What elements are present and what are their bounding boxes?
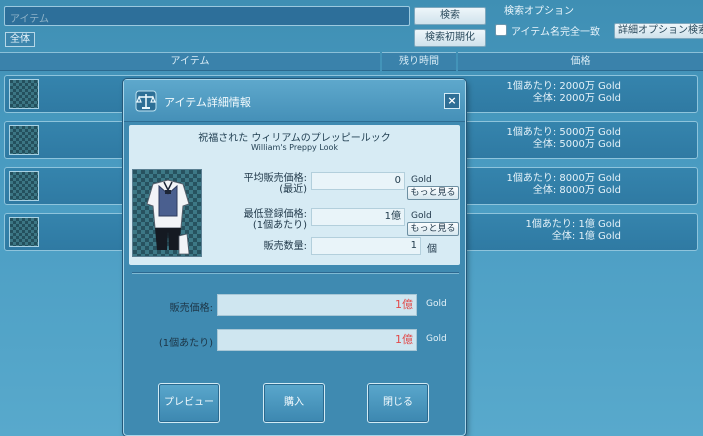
close-button[interactable]: 閉じる [367,383,429,423]
min-price-more-button[interactable]: もっと見る [407,222,459,236]
listing-price: 1個あたり: 2000万 Gold 全体: 2000万 Gold [506,81,621,105]
quantity-unit: 個 [427,244,437,255]
balance-scale-icon [135,90,157,112]
search-options-title: 検索オプション [504,6,574,17]
column-header-price[interactable]: 価格 [458,52,703,71]
tab-all[interactable]: 全体 [5,32,35,47]
item-info-panel: 祝福された ウィリアムのプレッピールック William's Preppy Lo… [129,125,460,265]
search-button[interactable]: 検索 [414,7,486,25]
listing-price: 1個あたり: 5000万 Gold 全体: 5000万 Gold [506,127,621,151]
price-per-unit: 1個あたり: 5000万 Gold [506,127,621,138]
close-icon[interactable]: × [444,93,460,109]
exact-match-checkbox[interactable] [495,24,507,36]
item-thumbnail [9,171,39,201]
min-price-value: 1億 [311,208,405,226]
item-thumbnail [9,217,39,247]
column-header-item[interactable]: アイテム [0,52,380,71]
quantity-value: 1 [311,237,421,255]
dialog-title: アイテム詳細情報 [164,96,251,109]
buy-button[interactable]: 購入 [263,383,325,423]
detail-options-button[interactable]: 詳細オプション検索 [614,23,703,39]
per-unit-price-label: (1個あたり) [158,338,213,349]
item-name-english: William's Preppy Look [250,143,339,152]
quantity-label: 販売数量: [263,241,307,252]
search-input[interactable]: アイテム [4,6,410,26]
per-unit-price-value: 1億 [217,329,417,351]
item-thumbnail [9,125,39,155]
avg-price-more-button[interactable]: もっと見る [407,186,459,200]
exact-match-label: アイテム名完全一致 [511,27,600,38]
outfit-icon [146,179,190,255]
min-price-label: 最低登録価格: [243,209,307,220]
min-price-unit: Gold [411,211,432,221]
price-total: 全体: 5000万 Gold [532,139,621,150]
item-thumbnail [9,79,39,109]
dialog-header: アイテム詳細情報 × [124,80,465,122]
avg-price-label: 平均販売価格: [243,173,307,184]
listing-price: 1個あたり: 8000万 Gold 全体: 8000万 Gold [506,173,621,197]
price-per-unit: 1個あたり: 8000万 Gold [506,173,621,184]
search-reset-button[interactable]: 検索初期化 [414,29,486,47]
listing-price: 1個あたり: 1億 Gold 全体: 1億 Gold [526,219,621,243]
price-per-unit: 1個あたり: 2000万 Gold [506,81,621,92]
price-per-unit: 1個あたり: 1億 Gold [525,219,621,230]
preview-button[interactable]: プレビュー [158,383,220,423]
price-total: 全体: 8000万 Gold [532,185,621,196]
price-total: 全体: 1億 Gold [551,231,621,242]
sale-price-label: 販売価格: [169,303,213,314]
item-name: 祝福された ウィリアムのプレッピールック [198,133,391,144]
price-total: 全体: 2000万 Gold [532,93,621,104]
avg-price-unit: Gold [411,175,432,185]
item-image [132,169,202,257]
sale-price-unit: Gold [426,299,447,309]
divider [132,272,459,274]
min-price-sublabel: (1個あたり) [252,220,307,231]
item-detail-dialog: アイテム詳細情報 × 祝福された ウィリアムのプレッピールック William'… [123,79,466,436]
avg-price-value: 0 [311,172,405,190]
avg-price-sublabel: (最近) [279,184,307,195]
column-header-time[interactable]: 残り時間 [382,52,456,71]
sale-price-value: 1億 [217,294,417,316]
per-unit-price-unit: Gold [426,334,447,344]
